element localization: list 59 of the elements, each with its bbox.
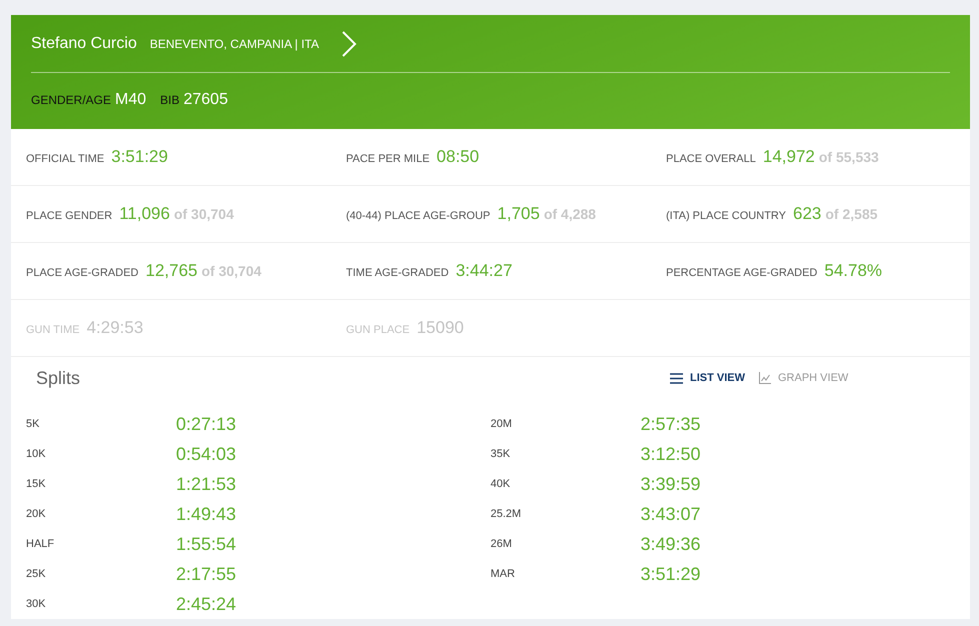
stat-label: GUN PLACE bbox=[346, 324, 410, 336]
stat-label: PACE PER MILE bbox=[346, 153, 430, 165]
stat-label: PLACE AGE-GRADED bbox=[26, 267, 138, 279]
split-point: 20K bbox=[26, 508, 47, 520]
split-time: 0:27:13 bbox=[176, 414, 236, 434]
split-time: 3:43:07 bbox=[640, 504, 701, 524]
view-tab[interactable]: LIST VIEW bbox=[670, 372, 745, 384]
stat-label: PERCENTAGE AGE-GRADED bbox=[666, 267, 818, 279]
stat-label: TIME AGE-GRADED bbox=[346, 267, 449, 279]
stat-value: 54.78% bbox=[824, 261, 882, 281]
stat-value: 08:50 bbox=[436, 147, 480, 167]
split-point: 25.2M bbox=[490, 508, 522, 520]
split-time: 3:12:50 bbox=[640, 444, 701, 464]
stat-label: PLACE OVERALL bbox=[666, 153, 756, 165]
stat-label: GUN TIME bbox=[26, 324, 80, 336]
stat-label: PLACE GENDER bbox=[26, 210, 112, 222]
split-time: 3:39:59 bbox=[640, 474, 701, 494]
stat-value: 1,705 bbox=[497, 204, 540, 224]
split-time: 2:45:24 bbox=[176, 594, 236, 614]
split-point: 20M bbox=[490, 418, 513, 430]
chevron-right-icon[interactable] bbox=[341, 30, 357, 58]
line-chart-icon bbox=[759, 372, 771, 384]
stat-value: 11,096 bbox=[119, 204, 170, 224]
bib-label: BIB bbox=[160, 93, 180, 107]
split-time: 1:21:53 bbox=[176, 474, 236, 494]
splits-title: Splits bbox=[36, 368, 82, 388]
split-time: 2:57:35 bbox=[640, 414, 701, 434]
runner-name: Stefano Curcio bbox=[31, 34, 137, 52]
split-time: 3:51:29 bbox=[640, 564, 701, 584]
stat-value: 12,765 bbox=[145, 261, 198, 281]
stat-value: 3:51:29 bbox=[111, 147, 168, 167]
split-point: 25K bbox=[26, 568, 47, 580]
stat-value: 4:29:53 bbox=[86, 318, 144, 338]
split-point: 40K bbox=[490, 478, 512, 490]
split-point: 5K bbox=[26, 418, 40, 430]
split-time: 3:49:36 bbox=[640, 534, 701, 554]
split-time: 0:54:03 bbox=[176, 444, 236, 464]
split-point: MAR bbox=[490, 568, 516, 580]
runner-location: BENEVENTO, CAMPANIA | ITA bbox=[150, 36, 319, 50]
stat-label: OFFICIAL TIME bbox=[26, 153, 104, 165]
stat-value: 3:44:27 bbox=[456, 261, 512, 281]
list-icon bbox=[670, 372, 683, 384]
split-point: HALF bbox=[26, 538, 56, 550]
split-point: 30K bbox=[26, 598, 47, 610]
split-point: 35K bbox=[490, 448, 512, 460]
split-time: 1:55:54 bbox=[176, 534, 236, 554]
split-point: 26M bbox=[490, 538, 513, 550]
gender-age-value: M40 bbox=[115, 91, 146, 109]
split-time: 2:17:55 bbox=[176, 564, 236, 584]
stat-value: 623 bbox=[793, 204, 822, 224]
split-point: 10K bbox=[26, 448, 47, 460]
stat-value: 15090 bbox=[416, 318, 464, 338]
bib-value: 27605 bbox=[183, 91, 228, 109]
split-point: 15K bbox=[26, 478, 47, 490]
split-time: 1:49:43 bbox=[176, 504, 236, 524]
stat-value: 14,972 bbox=[762, 147, 815, 167]
stat-label: (40-44) PLACE AGE-GROUP bbox=[346, 210, 490, 222]
gender-age-label: GENDER/AGE bbox=[31, 93, 112, 107]
stat-label: (ITA) PLACE COUNTRY bbox=[666, 210, 786, 222]
